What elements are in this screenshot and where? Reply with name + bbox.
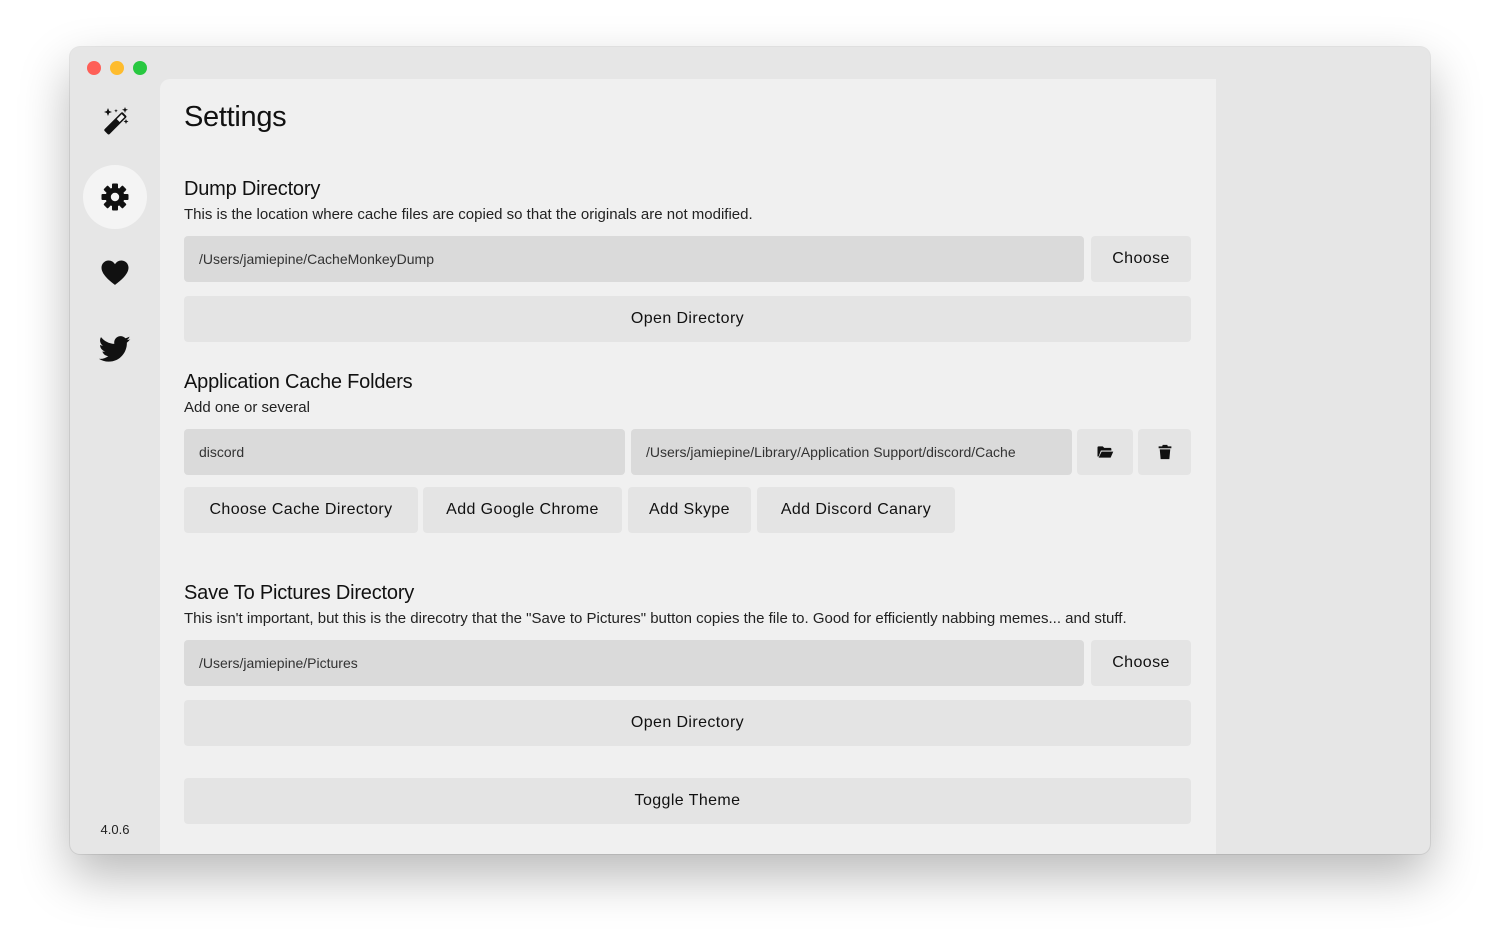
app-window: 4.0.6 Settings Dump Directory This is th…: [70, 47, 1430, 854]
pictures-directory-choose-button[interactable]: Choose: [1091, 640, 1191, 686]
folder-open-icon: [1097, 446, 1114, 458]
gear-icon: [101, 183, 129, 211]
cache-folder-delete-button[interactable]: [1138, 429, 1191, 475]
pictures-directory-path-field[interactable]: /Users/jamiepine/Pictures: [184, 640, 1084, 686]
toggle-theme-button[interactable]: Toggle Theme: [184, 778, 1191, 824]
choose-cache-directory-button[interactable]: Choose Cache Directory: [184, 487, 418, 533]
add-google-chrome-button[interactable]: Add Google Chrome: [423, 487, 622, 533]
add-discord-canary-button[interactable]: Add Discord Canary: [757, 487, 955, 533]
magic-wand-icon: [104, 107, 129, 135]
pictures-directory-description: This isn't important, but this is the di…: [184, 610, 1127, 627]
app-version: 4.0.6: [100, 822, 130, 837]
add-skype-button[interactable]: Add Skype: [628, 487, 751, 533]
trash-icon: [1158, 444, 1171, 460]
cache-folders-title: Application Cache Folders: [184, 371, 413, 393]
page-title: Settings: [184, 101, 287, 133]
sidebar-item-settings[interactable]: [83, 165, 147, 229]
pictures-directory-open-button[interactable]: Open Directory: [184, 700, 1191, 746]
sidebar-item-favorites[interactable]: [83, 241, 147, 305]
heart-icon: [101, 260, 129, 285]
dump-directory-open-button[interactable]: Open Directory: [184, 296, 1191, 342]
cache-folders-description: Add one or several: [184, 399, 310, 416]
cache-folder-name-field[interactable]: discord: [184, 429, 625, 475]
sidebar-item-tools[interactable]: [83, 89, 147, 153]
cache-folder-path-field[interactable]: /Users/jamiepine/Library/Application Sup…: [631, 429, 1072, 475]
cache-folder-browse-button[interactable]: [1077, 429, 1133, 475]
dump-directory-title: Dump Directory: [184, 178, 321, 200]
sidebar: 4.0.6: [70, 47, 160, 854]
settings-panel: Settings Dump Directory This is the loca…: [160, 79, 1216, 854]
dump-directory-description: This is the location where cache files a…: [184, 206, 753, 223]
sidebar-item-twitter[interactable]: [83, 317, 147, 381]
pictures-directory-title: Save To Pictures Directory: [184, 582, 415, 604]
twitter-bird-icon: [99, 336, 131, 362]
dump-directory-choose-button[interactable]: Choose: [1091, 236, 1191, 282]
dump-directory-path-field[interactable]: /Users/jamiepine/CacheMonkeyDump: [184, 236, 1084, 282]
